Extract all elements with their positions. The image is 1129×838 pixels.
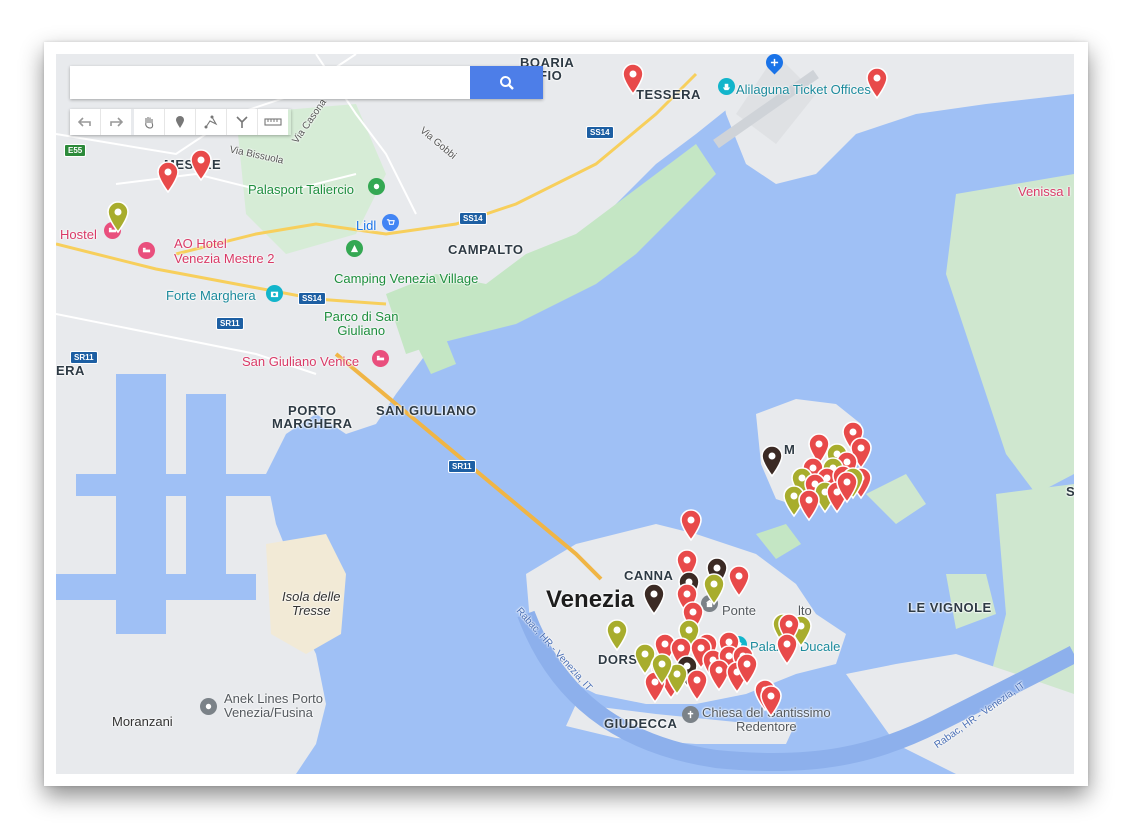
label-alilaguna[interactable]: Alilaguna Ticket Offices (736, 82, 871, 97)
label-camping[interactable]: Camping Venezia Village (334, 271, 478, 286)
label-giudecca: GIUDECCA (604, 716, 678, 731)
hotel-icon[interactable] (372, 350, 389, 367)
label-venezia: Venezia (546, 586, 635, 613)
hand-icon (145, 117, 154, 129)
directions-button[interactable] (227, 109, 258, 135)
map-toolbar (70, 109, 291, 135)
label-forte-marghera[interactable]: Forte Marghera (166, 288, 256, 303)
redo-button[interactable] (101, 109, 131, 135)
search-input[interactable] (70, 66, 470, 99)
campground-icon[interactable] (346, 240, 363, 257)
map-canvas[interactable]: BOARIA OFFIO TESSERA Alilaguna Ticket Of… (56, 54, 1074, 774)
draw-line-button[interactable] (196, 109, 227, 135)
tools-group (134, 109, 288, 135)
label-ao-hotel[interactable]: AO Hotel Venezia Mestre 2 (174, 236, 274, 266)
label-parco[interactable]: Parco di San Giuliano (324, 310, 398, 338)
undo-button[interactable] (70, 109, 101, 135)
label-le-vignole: LE VIGNOLE (908, 600, 992, 615)
label-isola-delle-tresse: Isola delle Tresse (282, 589, 341, 618)
label-chiesa[interactable]: Chiesa del Santissimo Redentore (702, 706, 831, 734)
label-ponte[interactable]: Ponte (722, 603, 756, 618)
history-group (70, 109, 131, 135)
road-shield-sr11-b: SR11 (70, 351, 98, 364)
label-dorsoduro: DORSO (598, 652, 649, 667)
label-s-edge: S (1066, 484, 1074, 499)
label-san-giuliano-venice[interactable]: San Giuliano Venice (242, 354, 359, 369)
road-shield-ss14-a: SS14 (586, 126, 614, 139)
add-marker-button[interactable] (165, 109, 196, 135)
undo-icon (78, 117, 91, 127)
ferry-icon[interactable] (718, 78, 735, 95)
label-moranzani: Moranzani (112, 714, 173, 729)
road-shield-ss14-c: SS14 (298, 292, 326, 305)
line-icon (204, 115, 218, 129)
label-murano: M (784, 442, 796, 457)
road-shield-sr11-c: SR11 (448, 460, 476, 473)
search-icon (499, 75, 514, 90)
label-venissa[interactable]: Venissa I (1018, 184, 1071, 199)
stadium-icon[interactable] (368, 178, 385, 195)
label-mestre: MESTRE (164, 157, 222, 172)
hotel-icon[interactable] (138, 242, 155, 259)
church-icon[interactable] (682, 706, 699, 723)
pan-tool-button[interactable] (134, 109, 165, 135)
marker-icon (176, 116, 184, 128)
hotel-icon[interactable] (104, 222, 121, 239)
label-tessera: TESSERA (636, 87, 701, 102)
road-shield-e55: E55 (64, 144, 87, 157)
landmark-icon[interactable] (701, 595, 718, 612)
label-porto-marghera: PORTO MARGHERA (272, 403, 353, 431)
camera-icon[interactable] (266, 285, 283, 302)
road-shield-sr11-a: SR11 (216, 317, 244, 330)
shopping-cart-icon[interactable] (382, 214, 399, 231)
label-palazzo-ducale[interactable]: Palazzo Ducale (750, 639, 840, 654)
label-era: ERA (56, 363, 85, 378)
measure-button[interactable] (258, 109, 288, 135)
label-palasport[interactable]: Palasport Taliercio (248, 182, 354, 197)
port-icon[interactable] (200, 698, 217, 715)
label-san-giuliano: SAN GIULIANO (376, 403, 477, 418)
label-cannaregio: CANNA (624, 568, 674, 583)
directions-icon (236, 116, 248, 128)
ruler-icon (264, 118, 282, 126)
label-rialto: lto (798, 603, 812, 618)
road-shield-ss14-b: SS14 (459, 212, 487, 225)
label-hostel[interactable]: Hostel (60, 227, 97, 242)
museum-icon[interactable] (730, 636, 747, 653)
search-bar (70, 66, 543, 99)
search-button[interactable] (470, 66, 543, 99)
redo-icon (110, 117, 123, 127)
label-lidl[interactable]: Lidl (356, 218, 376, 233)
label-anek-lines[interactable]: Anek Lines Porto Venezia/Fusina (224, 692, 323, 720)
label-campalto: CAMPALTO (448, 242, 524, 257)
